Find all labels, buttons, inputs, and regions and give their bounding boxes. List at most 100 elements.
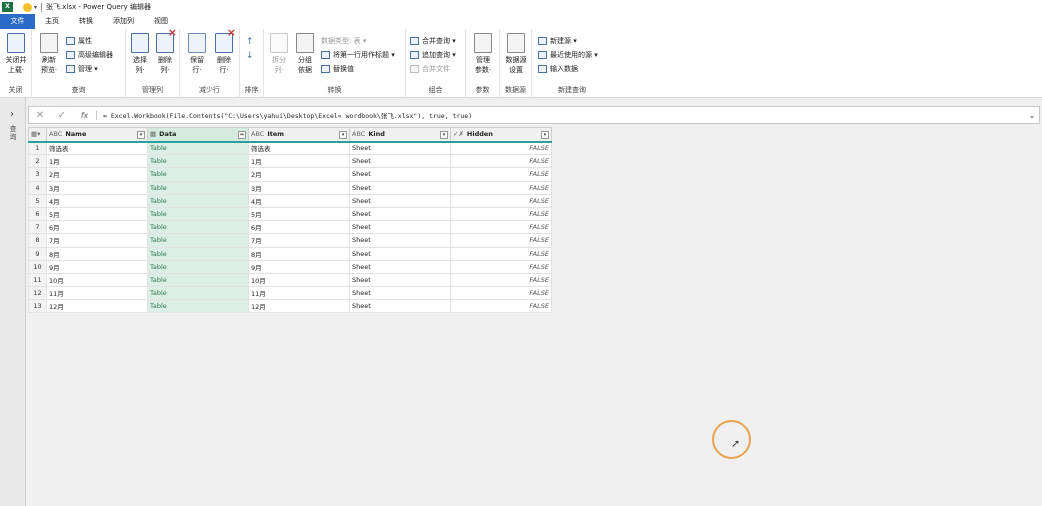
table-cell[interactable]: Sheet: [349, 259, 451, 274]
queries-pane-label[interactable]: 查询: [8, 125, 18, 141]
cancel-formula-icon[interactable]: ✕: [29, 110, 51, 121]
table-cell[interactable]: 10月: [46, 272, 148, 288]
column-header-kind[interactable]: ABC Kind ▾: [349, 127, 451, 143]
row-number[interactable]: 13: [28, 299, 47, 314]
table-row[interactable]: 13 12月 Table 12月 Sheet FALSE: [28, 299, 552, 314]
table-row[interactable]: 10 9月 Table 9月 Sheet FALSE: [28, 259, 552, 274]
table-cell[interactable]: FALSE: [450, 246, 552, 261]
table-cell[interactable]: FALSE: [450, 286, 552, 301]
table-cell[interactable]: 2月: [46, 167, 148, 182]
table-cell[interactable]: 1月: [248, 154, 350, 169]
fx-icon[interactable]: fx: [73, 110, 97, 120]
table-row[interactable]: 3 2月 Table 2月 Sheet FALSE: [28, 167, 552, 182]
filter-dropdown-icon[interactable]: ▾: [137, 131, 145, 139]
tab-transform[interactable]: 转换: [69, 14, 103, 29]
table-cell[interactable]: Table: [147, 246, 249, 261]
refresh-preview-button[interactable]: 刷新 预览·: [36, 33, 62, 75]
table-cell[interactable]: FALSE: [450, 193, 552, 208]
table-cell[interactable]: Sheet: [349, 286, 451, 301]
manage-button[interactable]: 管理 ▾: [66, 64, 98, 74]
table-cell[interactable]: 3月: [248, 180, 350, 195]
remove-rows-button[interactable]: 删除 行·: [212, 28, 236, 75]
text-type-icon[interactable]: ABC: [49, 130, 62, 138]
table-cell[interactable]: 筛选表: [248, 140, 350, 156]
table-cell[interactable]: FALSE: [450, 220, 552, 235]
row-number[interactable]: 10: [28, 259, 47, 274]
table-cell[interactable]: Table: [147, 140, 249, 156]
table-row[interactable]: 8 7月 Table 7月 Sheet FALSE: [28, 233, 552, 248]
table-cell[interactable]: Sheet: [349, 180, 451, 195]
table-cell[interactable]: 6月: [248, 220, 350, 235]
table-cell[interactable]: Sheet: [349, 272, 451, 288]
table-cell[interactable]: Table: [147, 272, 249, 288]
table-row[interactable]: 1 筛选表 Table 筛选表 Sheet FALSE: [28, 140, 552, 156]
table-cell[interactable]: Sheet: [349, 193, 451, 208]
replace-values-button[interactable]: 替换值: [321, 64, 354, 74]
table-cell[interactable]: Sheet: [349, 167, 451, 182]
table-cell[interactable]: Table: [147, 233, 249, 248]
table-cell[interactable]: 8月: [248, 246, 350, 261]
table-row[interactable]: 9 8月 Table 8月 Sheet FALSE: [28, 246, 552, 261]
filter-dropdown-icon[interactable]: ▾: [339, 131, 347, 139]
table-cell[interactable]: FALSE: [450, 233, 552, 248]
expand-formula-icon[interactable]: ⌄: [1025, 111, 1039, 120]
row-number[interactable]: 8: [28, 233, 47, 248]
filter-dropdown-icon[interactable]: ▾: [541, 131, 549, 139]
sort-descending-icon[interactable]: ↓: [246, 51, 254, 61]
table-cell[interactable]: 5月: [248, 206, 350, 222]
table-cell[interactable]: 7月: [248, 233, 350, 248]
table-row[interactable]: 12 11月 Table 11月 Sheet FALSE: [28, 286, 552, 301]
sort-ascending-icon[interactable]: ↑: [246, 37, 254, 47]
row-number[interactable]: 1: [28, 140, 47, 156]
table-cell[interactable]: Sheet: [349, 233, 451, 248]
filter-dropdown-icon[interactable]: ▾: [440, 131, 448, 139]
table-cell[interactable]: FALSE: [450, 299, 552, 314]
row-number[interactable]: 12: [28, 286, 47, 301]
enter-data-button[interactable]: 输入数据: [538, 64, 578, 74]
table-row[interactable]: 11 10月 Table 10月 Sheet FALSE: [28, 272, 552, 288]
column-header-name[interactable]: ABC Name ▾: [46, 127, 148, 143]
remove-columns-button[interactable]: 删除 列·: [153, 28, 177, 75]
table-cell[interactable]: 7月: [46, 233, 148, 248]
table-menu-corner[interactable]: ▦▾: [28, 127, 47, 143]
row-number[interactable]: 3: [28, 167, 47, 182]
table-cell[interactable]: 9月: [248, 259, 350, 274]
table-cell[interactable]: FALSE: [450, 140, 552, 156]
table-cell[interactable]: Table: [147, 180, 249, 195]
data-source-settings-button[interactable]: 数据源 设置: [502, 33, 530, 75]
row-number[interactable]: 5: [28, 193, 47, 208]
table-cell[interactable]: Table: [147, 259, 249, 274]
table-type-icon[interactable]: ▦: [150, 130, 156, 138]
table-cell[interactable]: 3月: [46, 180, 148, 195]
text-type-icon[interactable]: ABC: [251, 130, 264, 138]
table-cell[interactable]: FALSE: [450, 206, 552, 222]
table-cell[interactable]: 4月: [248, 193, 350, 208]
table-cell[interactable]: 筛选表: [46, 140, 148, 156]
recent-sources-button[interactable]: 最近使用的源 ▾: [538, 50, 598, 60]
table-cell[interactable]: 12月: [248, 299, 350, 314]
table-cell[interactable]: FALSE: [450, 154, 552, 169]
column-header-item[interactable]: ABC Item ▾: [248, 127, 350, 143]
expand-column-icon[interactable]: ⇔: [238, 131, 246, 139]
table-row[interactable]: 7 6月 Table 6月 Sheet FALSE: [28, 220, 552, 235]
table-cell[interactable]: Table: [147, 286, 249, 301]
table-cell[interactable]: 8月: [46, 246, 148, 261]
choose-columns-button[interactable]: 选择 列·: [128, 33, 152, 75]
table-cell[interactable]: Sheet: [349, 220, 451, 235]
table-cell[interactable]: Table: [147, 220, 249, 235]
logical-type-icon[interactable]: ✓✗: [453, 130, 464, 138]
row-number[interactable]: 11: [28, 272, 47, 288]
table-row[interactable]: 2 1月 Table 1月 Sheet FALSE: [28, 154, 552, 169]
keep-rows-button[interactable]: 保留 行·: [185, 33, 209, 75]
quick-access-dropdown-icon[interactable]: ▾: [34, 4, 37, 11]
table-cell[interactable]: FALSE: [450, 259, 552, 274]
data-type-dropdown[interactable]: 数据类型: 表 ▾: [321, 36, 366, 46]
column-header-hidden[interactable]: ✓✗ Hidden ▾: [450, 127, 552, 143]
column-header-data[interactable]: ▦ Data ⇔: [147, 127, 249, 143]
row-number[interactable]: 4: [28, 180, 47, 195]
tab-add-column[interactable]: 添加列: [103, 14, 144, 29]
properties-button[interactable]: 属性: [66, 36, 92, 46]
manage-parameters-button[interactable]: 管理 参数·: [470, 33, 496, 75]
table-cell[interactable]: Sheet: [349, 246, 451, 261]
table-cell[interactable]: 1月: [46, 154, 148, 169]
